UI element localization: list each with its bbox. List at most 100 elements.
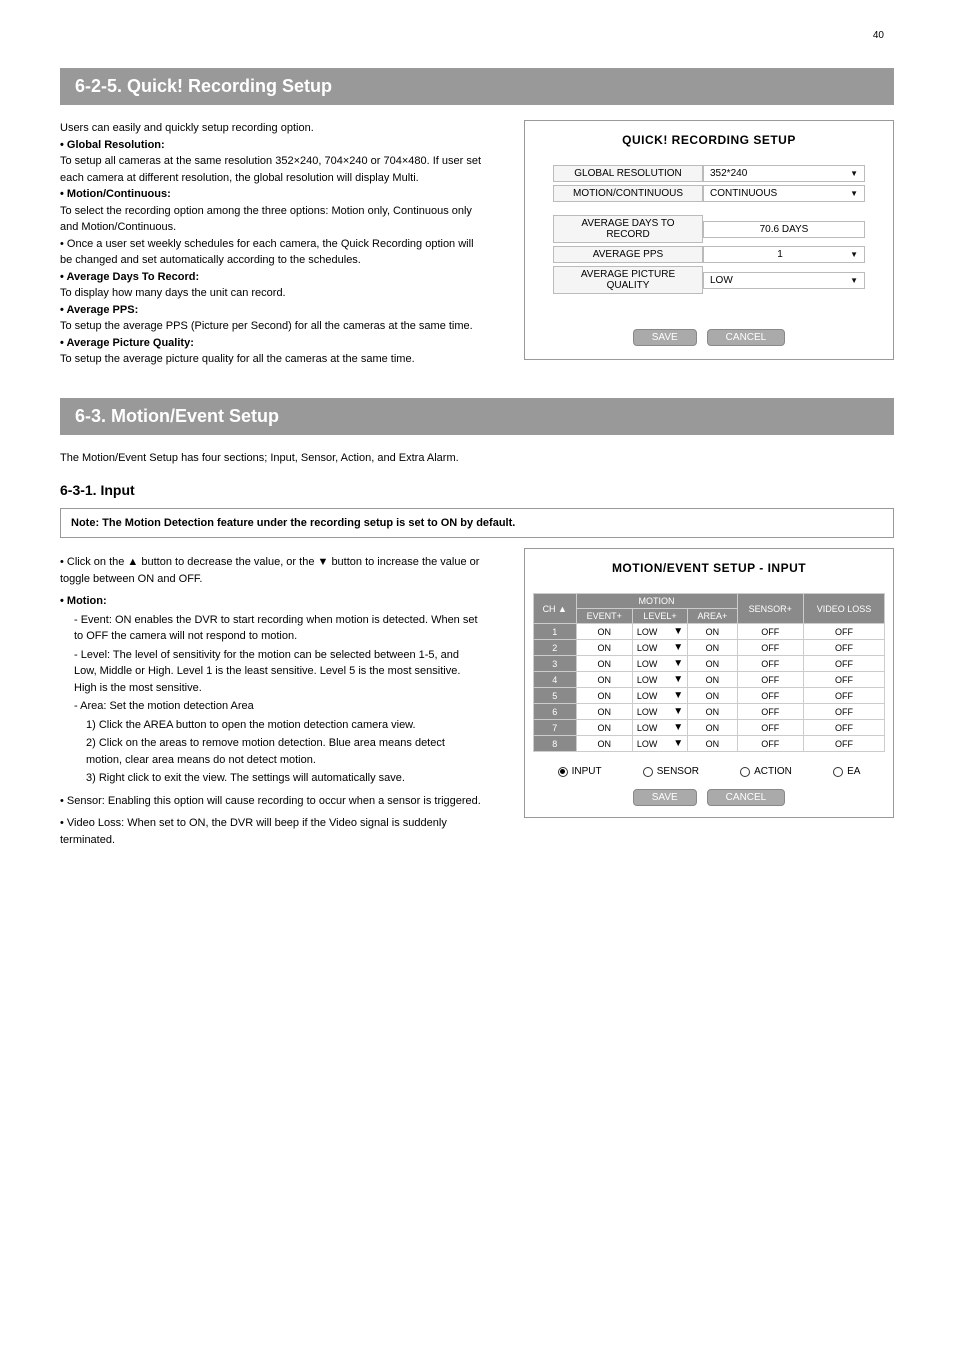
bullet-area-step1: 1) Click the AREA button to open the mot…: [86, 717, 484, 734]
bullet-video-loss: • Video Loss: When set to ON, the DVR wi…: [60, 815, 484, 848]
global-resolution-dropdown[interactable]: 352*240 ▼: [703, 165, 865, 182]
cell-event[interactable]: ON: [576, 736, 632, 752]
cell-area[interactable]: ON: [688, 656, 737, 672]
col-ch[interactable]: CH ▲: [534, 594, 577, 624]
cell-vloss[interactable]: OFF: [804, 672, 885, 688]
radio-sensor-label: SENSOR: [657, 766, 699, 777]
bullet-schedule-marker: •: [60, 238, 64, 250]
quick-save-button[interactable]: SAVE: [633, 329, 697, 346]
motion-event-table: CH ▲ MOTION SENSOR+ VIDEO LOSS EVENT+ LE…: [533, 593, 885, 752]
cell-area[interactable]: ON: [688, 736, 737, 752]
cell-vloss[interactable]: OFF: [804, 736, 885, 752]
bullet-global-resolution-body: To setup all cameras at the same resolut…: [60, 153, 484, 186]
cell-event[interactable]: ON: [576, 624, 632, 640]
global-resolution-value: 352*240: [710, 168, 747, 179]
table-row: 2ONLOW▼ONOFFOFF: [534, 640, 885, 656]
avg-pps-dropdown[interactable]: 1 ▼: [703, 246, 865, 263]
cell-event[interactable]: ON: [576, 656, 632, 672]
cell-area[interactable]: ON: [688, 720, 737, 736]
col-video-loss[interactable]: VIDEO LOSS: [804, 594, 885, 624]
cell-event[interactable]: ON: [576, 640, 632, 656]
col-level[interactable]: LEVEL+: [632, 609, 687, 624]
chevron-down-icon: ▼: [673, 658, 683, 669]
cell-event[interactable]: ON: [576, 704, 632, 720]
cell-level[interactable]: LOW▼: [632, 624, 687, 640]
radio-icon: [740, 767, 750, 777]
cell-sensor[interactable]: OFF: [737, 624, 804, 640]
motion-save-button[interactable]: SAVE: [633, 789, 697, 806]
cell-area[interactable]: ON: [688, 688, 737, 704]
radio-action-label: ACTION: [754, 766, 792, 777]
cell-area[interactable]: ON: [688, 640, 737, 656]
table-row: 5ONLOW▼ONOFFOFF: [534, 688, 885, 704]
cell-area[interactable]: ON: [688, 672, 737, 688]
page-number: 40: [873, 30, 884, 41]
cell-level[interactable]: LOW▼: [632, 672, 687, 688]
table-row: 1ONLOW▼ONOFFOFF: [534, 624, 885, 640]
cell-sensor[interactable]: OFF: [737, 656, 804, 672]
chevron-down-icon: ▼: [850, 276, 858, 285]
bullet-level-body: - Level: The level of sensitivity for th…: [74, 647, 484, 697]
cell-event[interactable]: ON: [576, 720, 632, 736]
cell-sensor[interactable]: OFF: [737, 688, 804, 704]
avg-quality-value: LOW: [710, 275, 733, 286]
cell-sensor[interactable]: OFF: [737, 736, 804, 752]
radio-ea[interactable]: EA: [833, 766, 860, 777]
col-event[interactable]: EVENT+: [576, 609, 632, 624]
cell-sensor[interactable]: OFF: [737, 672, 804, 688]
quick-cancel-button[interactable]: CANCEL: [707, 329, 786, 346]
quick-recording-lead: Users can easily and quickly setup recor…: [60, 120, 484, 137]
cell-area[interactable]: ON: [688, 704, 737, 720]
cell-level[interactable]: LOW▼: [632, 704, 687, 720]
cell-vloss[interactable]: OFF: [804, 704, 885, 720]
table-row: 6ONLOW▼ONOFFOFF: [534, 704, 885, 720]
col-area[interactable]: AREA+: [688, 609, 737, 624]
chevron-down-icon: ▼: [673, 706, 683, 717]
bullet-area-step3: 3) Right click to exit the view. The set…: [86, 770, 484, 787]
chevron-down-icon: ▼: [850, 250, 858, 259]
cell-sensor[interactable]: OFF: [737, 640, 804, 656]
cell-vloss[interactable]: OFF: [804, 688, 885, 704]
cell-sensor[interactable]: OFF: [737, 720, 804, 736]
radio-input-label: INPUT: [572, 766, 602, 777]
chevron-down-icon: ▼: [673, 642, 683, 653]
chevron-down-icon: ▼: [673, 690, 683, 701]
cell-event[interactable]: ON: [576, 672, 632, 688]
note-box: Note: The Motion Detection feature under…: [60, 508, 894, 538]
cell-vloss[interactable]: OFF: [804, 656, 885, 672]
bullet-avg-quality-label: • Average Picture Quality:: [60, 337, 194, 349]
cell-vloss[interactable]: OFF: [804, 640, 885, 656]
cell-vloss[interactable]: OFF: [804, 720, 885, 736]
col-sensor[interactable]: SENSOR+: [737, 594, 804, 624]
bullet-event-body: - Event: ON enables the DVR to start rec…: [74, 612, 484, 645]
bullet-sensor: • Sensor: Enabling this option will caus…: [60, 793, 484, 810]
avg-days-value-field: 70.6 DAYS: [703, 221, 865, 238]
cell-level[interactable]: LOW▼: [632, 720, 687, 736]
bullet-avg-days-label: • Average Days To Record:: [60, 271, 199, 283]
table-row: 4ONLOW▼ONOFFOFF: [534, 672, 885, 688]
global-resolution-label: GLOBAL RESOLUTION: [553, 165, 703, 182]
motion-continuous-dropdown[interactable]: CONTINUOUS ▼: [703, 185, 865, 202]
motion-continuous-value: CONTINUOUS: [710, 188, 777, 199]
cell-area[interactable]: ON: [688, 624, 737, 640]
cell-ch: 4: [534, 672, 577, 688]
cell-level[interactable]: LOW▼: [632, 736, 687, 752]
bullet-avg-pps-label: • Average PPS:: [60, 304, 138, 316]
cell-level[interactable]: LOW▼: [632, 640, 687, 656]
cell-vloss[interactable]: OFF: [804, 624, 885, 640]
quick-recording-panel-title: QUICK! RECORDING SETUP: [533, 133, 885, 147]
radio-input[interactable]: INPUT: [558, 766, 602, 777]
motion-event-lead: The Motion/Event Setup has four sections…: [60, 450, 894, 467]
cell-level[interactable]: LOW▼: [632, 656, 687, 672]
radio-action[interactable]: ACTION: [740, 766, 792, 777]
cell-event[interactable]: ON: [576, 688, 632, 704]
radio-sensor[interactable]: SENSOR: [643, 766, 699, 777]
chevron-down-icon: ▼: [850, 189, 858, 198]
motion-input-description: • Click on the ▲ button to decrease the …: [60, 548, 484, 848]
bullet-avg-pps-body: To setup the average PPS (Picture per Se…: [60, 318, 484, 335]
cell-sensor[interactable]: OFF: [737, 704, 804, 720]
avg-quality-dropdown[interactable]: LOW ▼: [703, 272, 865, 289]
motion-cancel-button[interactable]: CANCEL: [707, 789, 786, 806]
cell-level[interactable]: LOW▼: [632, 688, 687, 704]
cell-ch: 6: [534, 704, 577, 720]
